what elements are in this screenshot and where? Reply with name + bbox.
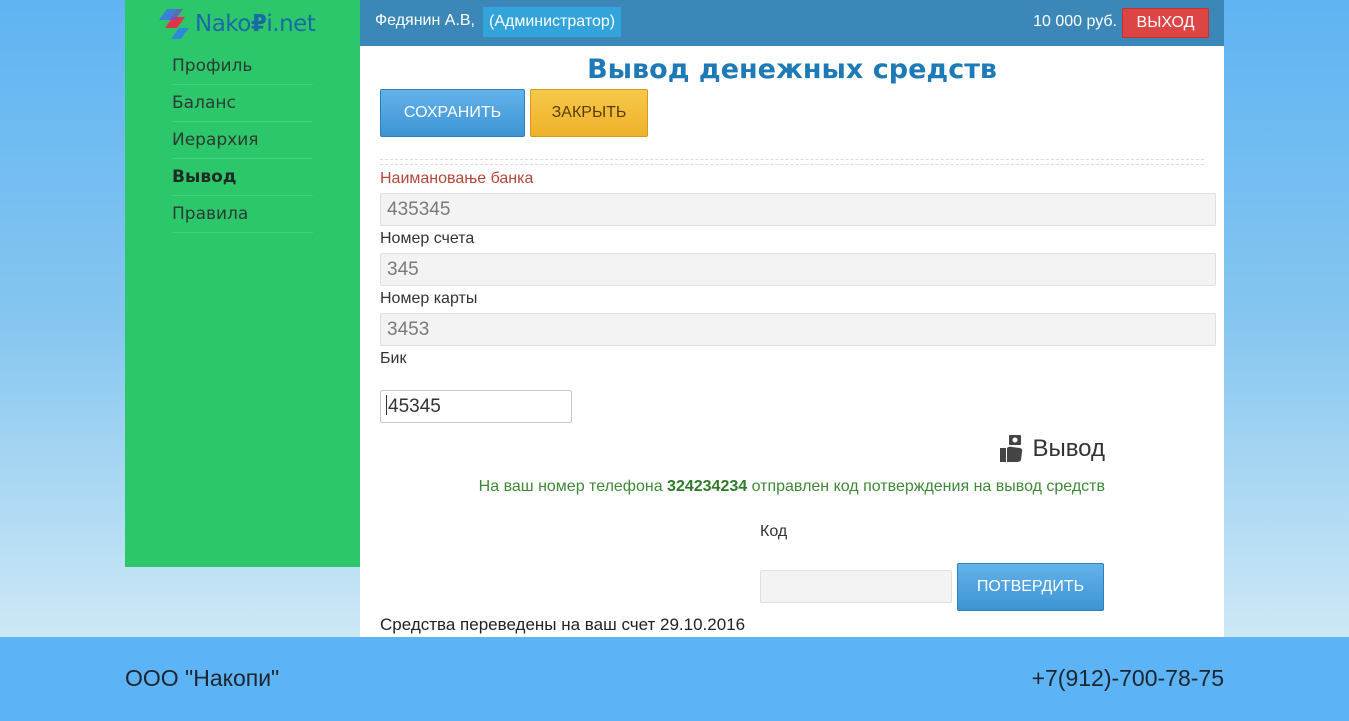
footer-phone: +7(912)-700-78-75 [1031,665,1224,691]
role-badge[interactable]: (Администратор) [483,7,622,37]
sidebar-item-balance[interactable]: Баланс [172,85,313,122]
user-name: Федянин А.В, [375,12,475,29]
footer: ООО "Накопи" +7(912)-700-78-75 [0,637,1349,721]
bank-name-label: Наимановање банка [380,170,534,187]
sidebar-menu: Профиль Баланс Иерархия Вывод Правила [172,48,313,233]
card-number-field[interactable]: 3453 [380,313,1216,346]
sms-phone: 324234234 [667,478,748,495]
logo[interactable]: Nako₽i.net [155,6,316,42]
hand-money-icon [1000,435,1023,462]
text-caret [386,395,387,415]
transfer-status-message: Средства переведены на ваш счет 29.10.20… [380,615,746,634]
logout-button[interactable]: ВЫХОД [1122,8,1209,38]
sidebar-item-rules[interactable]: Правила [172,196,313,233]
bik-field[interactable]: 45345 [380,390,572,423]
bik-label: Бик [380,350,407,367]
company-name: ООО "Накопи" [125,665,280,691]
sms-prefix: На ваш номер телефона [478,478,663,495]
logo-icon [159,9,189,39]
sidebar-item-withdraw[interactable]: Вывод [172,159,313,196]
close-button[interactable]: ЗАКРЫТЬ [530,89,648,137]
account-number-label: Номер счета [380,230,475,247]
sidebar-item-profile[interactable]: Профиль [172,48,313,85]
main-panel: Вывод денежных средств СОХРАНИТЬ ЗАКРЫТЬ… [360,46,1224,652]
code-field[interactable] [760,570,952,603]
page-title: Вывод денежных средств [587,54,997,85]
save-button[interactable]: СОХРАНИТЬ [380,89,525,137]
bik-value: 45345 [388,396,441,417]
balance-display: 10 000 руб. [1033,13,1117,30]
sms-suffix: отправлен код потверждения на вывод сред… [751,478,1105,495]
divider [380,159,1204,165]
top-bar: Федянин А.В, (Администратор) 10 000 руб.… [360,0,1224,46]
sidebar: Nako₽i.net Профиль Баланс Иерархия Вывод… [125,0,360,567]
sms-confirmation-message: На ваш номер телефона 324234234 отправле… [479,478,1105,496]
sidebar-item-hierarchy[interactable]: Иерархия [172,122,313,159]
withdraw-heading-text: Вывод [1032,435,1105,462]
account-number-field[interactable]: 345 [380,253,1216,286]
card-number-label: Номер карты [380,290,478,307]
withdraw-heading: Вывод [998,434,1105,464]
logo-text: Nako₽i.net [195,11,316,37]
bank-name-field[interactable]: 435345 [380,193,1216,226]
confirm-button[interactable]: ПОТВЕРДИТЬ [957,563,1104,611]
code-label: Код [760,523,788,540]
